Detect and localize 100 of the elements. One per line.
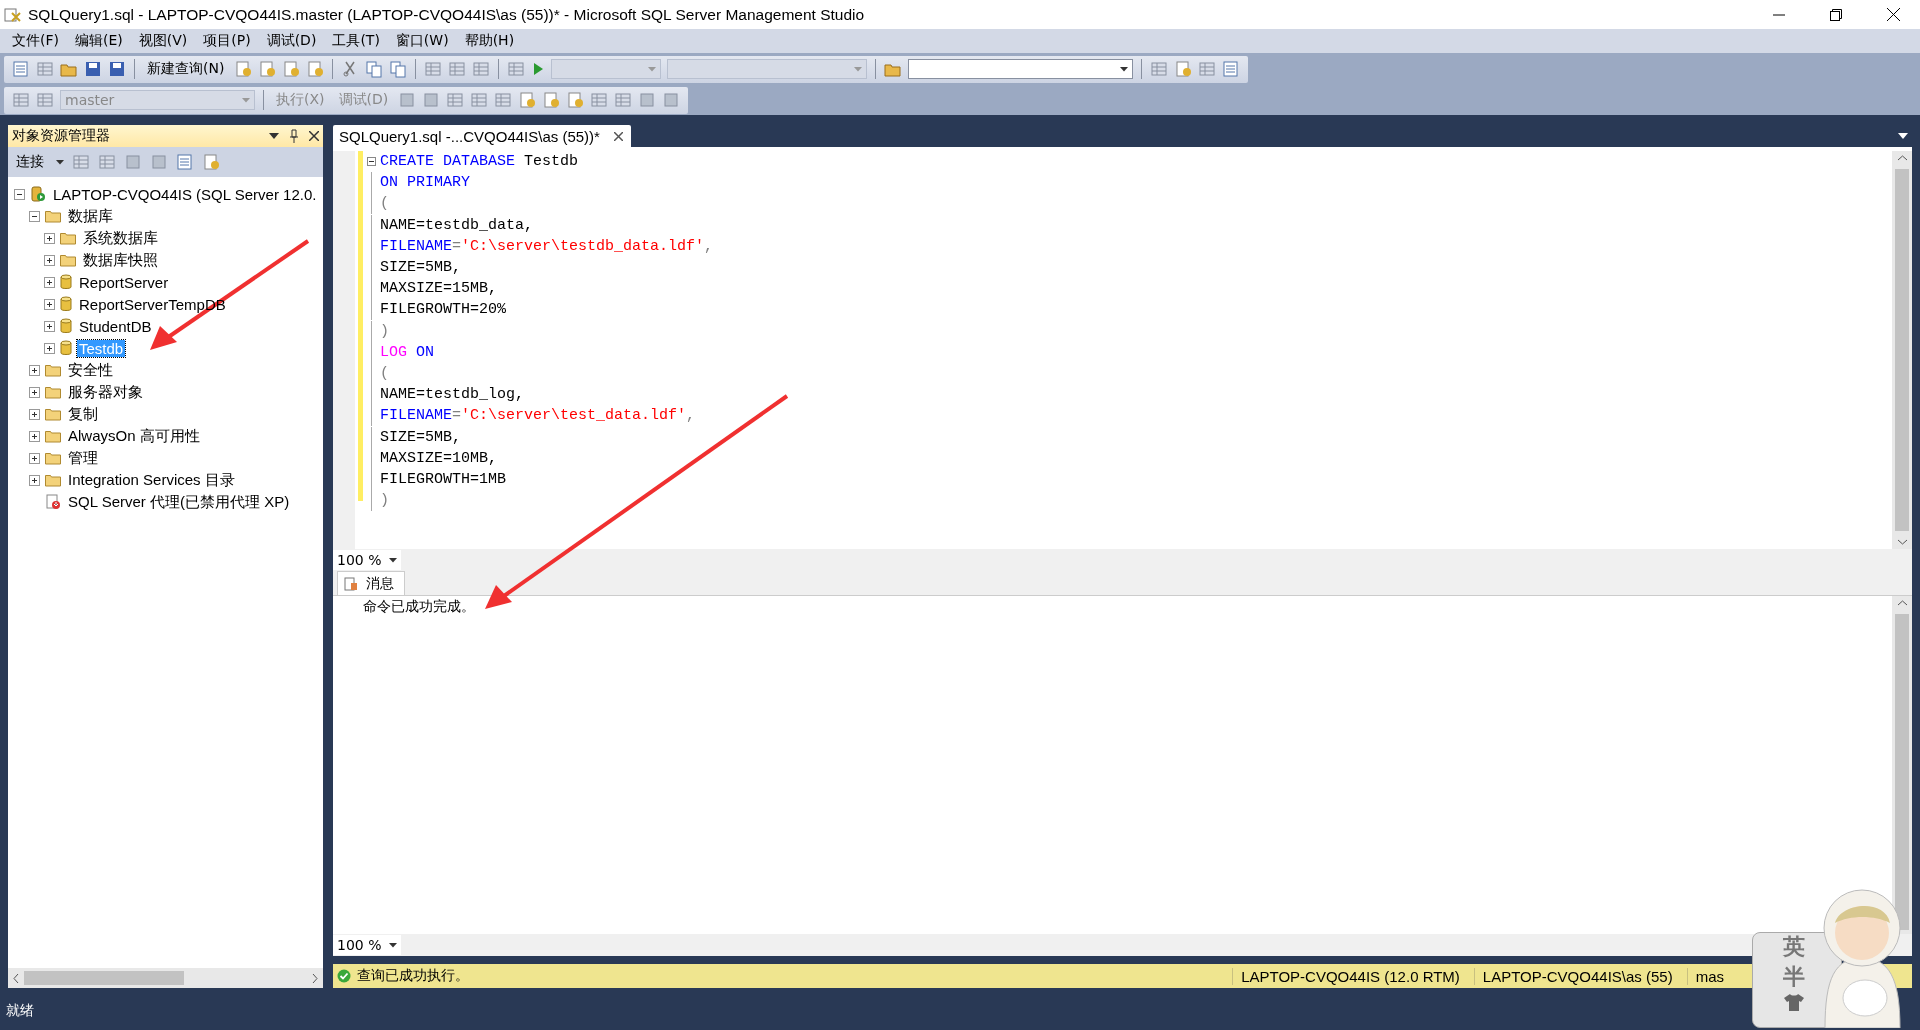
code-line: CREATE DATABASE Testdb xyxy=(380,153,579,171)
collapse-icon[interactable] xyxy=(29,210,40,222)
toolbar-icon[interactable] xyxy=(389,60,408,78)
message-icon xyxy=(344,576,358,591)
scroll-down-icon[interactable] xyxy=(1897,539,1907,545)
zoom-dropdown[interactable]: 100 % xyxy=(333,550,401,570)
horizontal-scrollbar[interactable] xyxy=(8,968,323,988)
folder-icon xyxy=(45,385,61,399)
code-line: NAME=testdb_data, xyxy=(380,216,534,234)
tree-item[interactable]: Integration Services 目录 xyxy=(66,470,237,490)
tree-item[interactable]: 服务器对象 xyxy=(66,382,145,402)
shirt-icon[interactable] xyxy=(1783,993,1805,1011)
scroll-up-icon[interactable] xyxy=(1897,600,1907,606)
menu-item[interactable]: 窗口(W) xyxy=(387,32,457,50)
expand-icon[interactable] xyxy=(44,254,55,266)
menu-item[interactable]: 帮助(H) xyxy=(456,32,523,50)
panel-title: 对象资源管理器 xyxy=(12,127,110,145)
status-user: LAPTOP-CVQO44IS\as (55) xyxy=(1473,967,1681,985)
dropdown-icon[interactable] xyxy=(269,133,279,139)
code-line: ) xyxy=(380,492,389,510)
expand-icon[interactable] xyxy=(44,232,55,244)
dropdown-icon[interactable] xyxy=(1898,133,1908,139)
code-line: ON PRIMARY xyxy=(380,174,470,192)
expand-icon[interactable] xyxy=(29,364,40,376)
expand-icon[interactable] xyxy=(44,320,55,332)
menu-item[interactable]: 调试(D) xyxy=(258,32,325,50)
tree-item[interactable]: 数据库 xyxy=(66,206,115,226)
dropdown-arrow-icon[interactable] xyxy=(389,557,397,563)
scroll-right-icon[interactable] xyxy=(312,973,318,983)
ready-status: 就绪 xyxy=(6,1002,34,1020)
close-icon[interactable] xyxy=(1887,8,1900,21)
folder-icon xyxy=(45,209,61,223)
editor-tab[interactable]: SQLQuery1.sql -...CVQO44IS\as (55))* xyxy=(333,125,631,147)
menu-item[interactable]: 编辑(E) xyxy=(67,32,131,50)
code-line: FILENAME='C:\server\test_data.ldf', xyxy=(380,407,696,425)
dropdown-arrow-icon[interactable] xyxy=(389,942,397,948)
database-icon xyxy=(60,296,72,312)
scroll-left-icon[interactable] xyxy=(13,973,19,983)
folder-icon xyxy=(60,253,76,267)
database-icon xyxy=(60,340,72,356)
tree-item[interactable]: 数据库快照 xyxy=(81,250,160,270)
menu-item[interactable]: 文件(F) xyxy=(4,32,67,50)
window-title: SQLQuery1.sql - LAPTOP-CVQO44IS.master (LAPTOP-CVQO44IS\as (55))* - Microsoft SQL Server Management Studio xyxy=(28,5,865,24)
server-icon xyxy=(30,186,46,202)
pin-icon[interactable] xyxy=(289,129,299,143)
expand-icon[interactable] xyxy=(29,474,40,486)
status-message: 查询已成功执行。 xyxy=(357,967,470,985)
connect-button[interactable]: 连接 xyxy=(12,153,48,171)
platform-dropdown[interactable] xyxy=(667,59,868,79)
dropdown-arrow-icon[interactable] xyxy=(1120,66,1129,72)
input-mode-label[interactable]: 半 xyxy=(1783,963,1805,991)
toolbar-icon[interactable] xyxy=(108,60,126,78)
tree-item[interactable]: 系统数据库 xyxy=(81,228,160,248)
zoom-dropdown[interactable]: 100 % xyxy=(333,935,401,955)
code-line: MAXSIZE=10MB, xyxy=(380,449,498,467)
new-query-button[interactable]: 新建查询(N) xyxy=(143,60,229,78)
expand-icon[interactable] xyxy=(44,276,55,288)
expand-icon[interactable] xyxy=(29,386,40,398)
database-icon xyxy=(60,318,72,334)
folder-icon xyxy=(45,451,61,465)
solution-config-dropdown[interactable] xyxy=(551,59,662,79)
expand-icon[interactable] xyxy=(29,430,40,442)
folder-icon xyxy=(45,473,61,487)
app-icon xyxy=(4,5,22,24)
expand-icon[interactable] xyxy=(29,452,40,464)
result-message: 命令已成功完成。 xyxy=(363,598,475,616)
toolbar-icon[interactable] xyxy=(176,153,194,171)
toolbar-icon[interactable] xyxy=(365,60,384,78)
tree-item[interactable]: AlwaysOn 高可用性 xyxy=(66,426,202,446)
tree-item[interactable]: StudentDB xyxy=(77,317,154,335)
restore-icon[interactable] xyxy=(1830,8,1842,21)
code-line: SIZE=5MB, xyxy=(380,259,461,277)
messages-tab[interactable]: 消息 xyxy=(337,571,405,595)
expand-icon[interactable] xyxy=(29,408,40,420)
code-line: FILEGROWTH=1MB xyxy=(380,470,507,488)
close-icon[interactable] xyxy=(613,131,623,141)
tree-item[interactable]: 安全性 xyxy=(66,360,115,380)
status-database: mas xyxy=(1686,967,1732,985)
tree-item[interactable]: 管理 xyxy=(66,448,100,468)
vertical-scrollbar[interactable] xyxy=(1892,151,1912,549)
menu-item[interactable]: 项目(P) xyxy=(195,32,259,50)
dropdown-arrow-icon[interactable] xyxy=(56,159,64,165)
scroll-up-icon[interactable] xyxy=(1897,155,1907,161)
tree-item[interactable]: ReportServer xyxy=(77,273,171,291)
menu-item[interactable]: 视图(V) xyxy=(130,32,196,50)
tree-item[interactable]: 复制 xyxy=(66,404,100,424)
collapse-icon[interactable] xyxy=(367,157,376,167)
expand-icon[interactable] xyxy=(44,342,55,354)
tree-item[interactable]: LAPTOP-CVQO44IS (SQL Server 12.0. xyxy=(51,185,319,203)
close-icon[interactable] xyxy=(309,131,319,141)
input-mode-label[interactable]: 英 xyxy=(1783,933,1805,961)
tree-item[interactable]: SQL Server 代理(已禁用代理 XP) xyxy=(66,492,292,512)
collapse-icon[interactable] xyxy=(14,188,25,200)
folder-icon xyxy=(45,363,61,377)
menu-item[interactable]: 工具(T) xyxy=(324,32,388,50)
expand-icon[interactable] xyxy=(44,298,55,310)
floppy-icon[interactable] xyxy=(84,60,102,78)
code-line: NAME=testdb_log, xyxy=(380,386,525,404)
folder-icon xyxy=(45,429,61,443)
vertical-scrollbar[interactable] xyxy=(1892,596,1912,934)
